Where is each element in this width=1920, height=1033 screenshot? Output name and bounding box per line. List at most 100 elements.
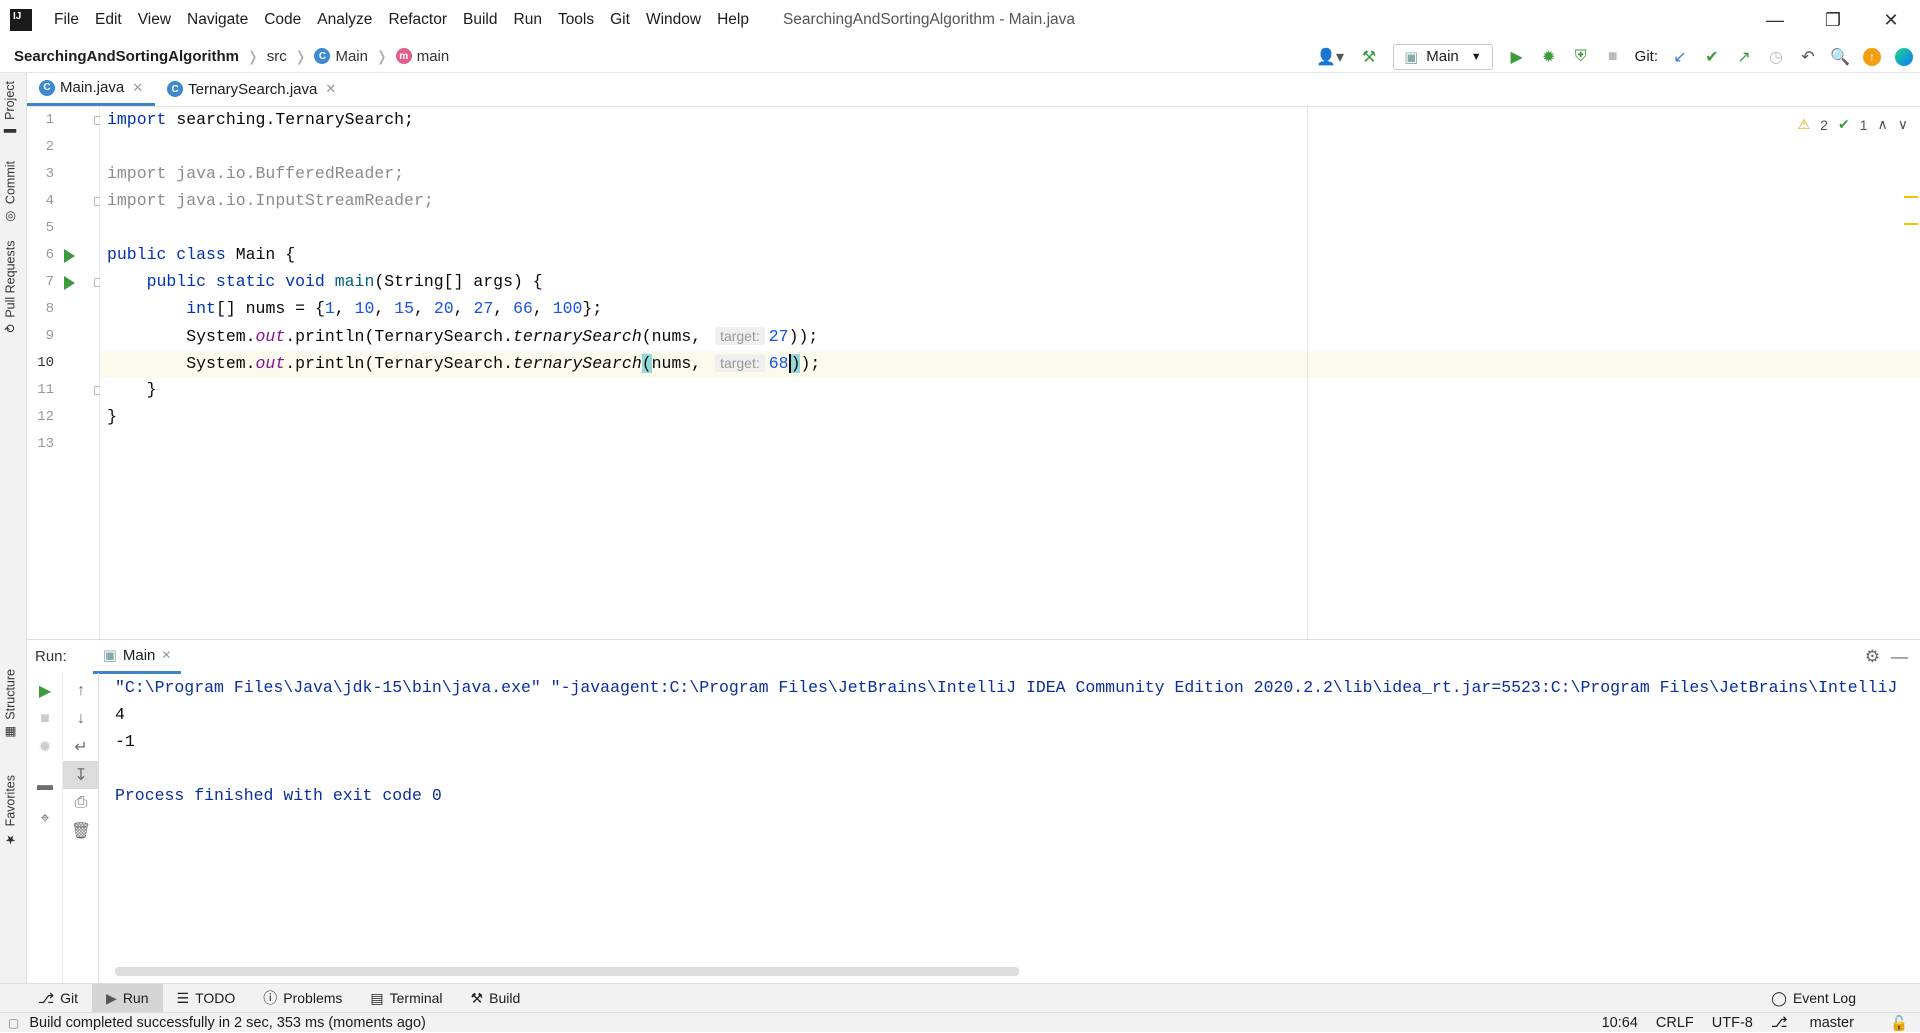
line-number: 11 — [37, 382, 54, 398]
breadcrumb-separator-icon: ❭ — [375, 47, 388, 64]
breadcrumb-class-label: Main — [335, 47, 368, 65]
close-icon[interactable]: ✕ — [161, 648, 171, 662]
soft-wrap-icon[interactable]: ↵ — [63, 733, 99, 761]
hide-icon[interactable]: — — [1891, 647, 1908, 667]
git-commit-icon[interactable]: ✔ — [1696, 40, 1728, 73]
code-line-10: System.out.println(TernarySearch.ternary… — [107, 350, 820, 376]
code-line-3: import java.io.BufferedReader; — [107, 164, 405, 183]
bottom-tab-git[interactable]: ⎇ Git — [24, 984, 92, 1013]
git-push-icon[interactable]: ↗ — [1728, 40, 1760, 73]
event-log-button[interactable]: ◯ Event Log — [1757, 984, 1870, 1013]
number: 10 — [354, 299, 375, 318]
debug-icon[interactable]: ✹ — [1533, 40, 1565, 73]
close-window-button[interactable]: ✕ — [1862, 0, 1920, 40]
run-icon: ▶ — [106, 989, 117, 1006]
jetbrains-toolbox-icon[interactable] — [1888, 40, 1920, 73]
bottom-tab-problems[interactable]: ⓘ Problems — [249, 984, 356, 1013]
breadcrumb-method-label: main — [416, 47, 450, 65]
scroll-to-end-icon[interactable]: ↧ — [63, 761, 99, 789]
git-branch-widget[interactable]: ⎇ master — [1771, 1015, 1872, 1031]
build-hammer-icon[interactable]: ⚒ — [1353, 40, 1385, 73]
run-configuration-select[interactable]: ▣ Main ▼ — [1393, 43, 1493, 70]
bottom-tab-todo[interactable]: ☰ TODO — [163, 984, 250, 1013]
console-horizontal-scrollbar[interactable] — [115, 967, 1019, 976]
bottom-tab-run[interactable]: ▶ Run — [92, 983, 163, 1013]
file-encoding[interactable]: UTF-8 — [1712, 1015, 1753, 1031]
run-panel-header: Run: ▣ Main ✕ ⚙ — — [27, 639, 1920, 674]
chevron-up-icon[interactable]: ∧ — [1878, 116, 1888, 133]
lock-icon[interactable]: 🔓 — [1890, 1015, 1908, 1032]
rerun-icon[interactable]: ▶ — [27, 677, 63, 705]
run-icon[interactable]: ▶ — [1501, 40, 1533, 73]
stop-icon[interactable]: ■ — [1597, 40, 1629, 73]
run-gutter-icon[interactable] — [64, 249, 75, 263]
left-tool-strip: ▬ Project ◎ Commit ⥁ Pull Requests ▦ Structu… — [0, 73, 27, 983]
update-icon[interactable]: ↑ — [1856, 40, 1888, 73]
bottom-tab-terminal[interactable]: ▤ Terminal — [356, 984, 456, 1013]
menu-navigate[interactable]: Navigate — [179, 11, 256, 29]
menu-analyze[interactable]: Analyze — [309, 11, 380, 29]
warning-stripe[interactable] — [1904, 196, 1918, 198]
breadcrumb-src[interactable]: src — [267, 48, 287, 65]
restore-button[interactable]: ❐ — [1804, 0, 1862, 40]
inspection-widget[interactable]: ⚠ 2 ✔ 1 ∧ ∨ — [1798, 116, 1908, 133]
line-separator[interactable]: CRLF — [1656, 1015, 1694, 1031]
bottom-tab-git-label: Git — [60, 990, 79, 1006]
git-history-icon[interactable]: ◷ — [1760, 40, 1792, 73]
menu-tools[interactable]: Tools — [550, 11, 602, 29]
print-icon[interactable]: ⎙ — [63, 789, 99, 817]
search-icon[interactable]: 🔍 — [1824, 40, 1856, 73]
debug-icon[interactable]: ✹ — [27, 733, 63, 761]
chevron-down-icon[interactable]: ∨ — [1898, 116, 1908, 133]
warning-stripe[interactable] — [1904, 223, 1918, 225]
stop-icon[interactable]: ■ — [27, 705, 63, 733]
menu-refactor[interactable]: Refactor — [380, 11, 455, 29]
run-tab-main[interactable]: ▣ Main ✕ — [92, 640, 182, 674]
breadcrumb-method[interactable]: m main — [395, 47, 450, 65]
code-text: Main { — [225, 245, 296, 264]
run-gutter-icon[interactable] — [64, 276, 75, 290]
caret-position[interactable]: 10:64 — [1602, 1015, 1638, 1031]
menu-edit[interactable]: Edit — [87, 11, 130, 29]
method-call: ternarySearch — [513, 354, 642, 373]
field: out — [255, 354, 286, 373]
trash-icon[interactable]: 🗑 — [63, 817, 99, 845]
status-bar: ▢ Build completed successfully in 2 sec,… — [0, 1012, 1920, 1032]
tool-project[interactable]: ▬ Project — [3, 81, 17, 140]
menu-build[interactable]: Build — [455, 11, 505, 29]
pin-icon[interactable]: ⌖ — [27, 805, 63, 833]
close-icon[interactable]: ✕ — [325, 81, 336, 97]
tool-structure[interactable]: ▦ Structure — [3, 669, 19, 741]
menu-git[interactable]: Git — [602, 11, 638, 29]
menu-code[interactable]: Code — [256, 11, 309, 29]
tab-main-java[interactable]: C Main.java ✕ — [27, 72, 156, 106]
gear-icon[interactable]: ⚙ — [1865, 647, 1880, 667]
menu-help[interactable]: Help — [709, 11, 757, 29]
tool-commit[interactable]: ◎ Commit — [3, 161, 19, 225]
coverage-icon[interactable]: ⛨ — [1565, 40, 1597, 73]
menu-file[interactable]: File — [46, 11, 87, 29]
tool-pull-requests[interactable]: ⥁ Pull Requests — [3, 241, 19, 333]
menu-run[interactable]: Run — [506, 11, 550, 29]
menu-window[interactable]: Window — [638, 11, 709, 29]
layout-icon[interactable]: ▬ — [27, 772, 63, 800]
vcs-user-icon[interactable]: 👤▾ — [1307, 40, 1353, 73]
code-editor[interactable]: import searching.TernarySearch; import j… — [100, 107, 1920, 639]
status-message[interactable]: Build completed successfully in 2 sec, 3… — [29, 1015, 426, 1031]
git-update-icon[interactable]: ↙ — [1664, 40, 1696, 73]
tool-favorites[interactable]: ★ Favorites — [3, 775, 19, 847]
tab-ternarysearch-java[interactable]: C TernarySearch.java ✕ — [155, 72, 348, 106]
status-widgets: 10:64 CRLF UTF-8 ⎇ master 🔓 — [1602, 1013, 1920, 1033]
arrow-down-icon[interactable]: ↓ — [63, 705, 99, 733]
class-icon: C — [314, 48, 331, 64]
rollback-icon[interactable]: ↶ — [1792, 40, 1824, 73]
breadcrumb-project[interactable]: SearchingAndSortingAlgorithm — [14, 48, 239, 65]
status-toggle-icon[interactable]: ▢ — [8, 1016, 19, 1030]
breadcrumb-class[interactable]: C Main — [314, 48, 368, 65]
bottom-tab-build[interactable]: ⚒ Build — [457, 984, 535, 1013]
minimize-button[interactable]: — — [1746, 0, 1804, 40]
console-output[interactable]: "C:\Program Files\Java\jdk-15\bin\java.e… — [100, 673, 1920, 983]
close-icon[interactable]: ✕ — [132, 80, 143, 96]
arrow-up-icon[interactable]: ↑ — [63, 677, 99, 705]
menu-view[interactable]: View — [130, 11, 179, 29]
